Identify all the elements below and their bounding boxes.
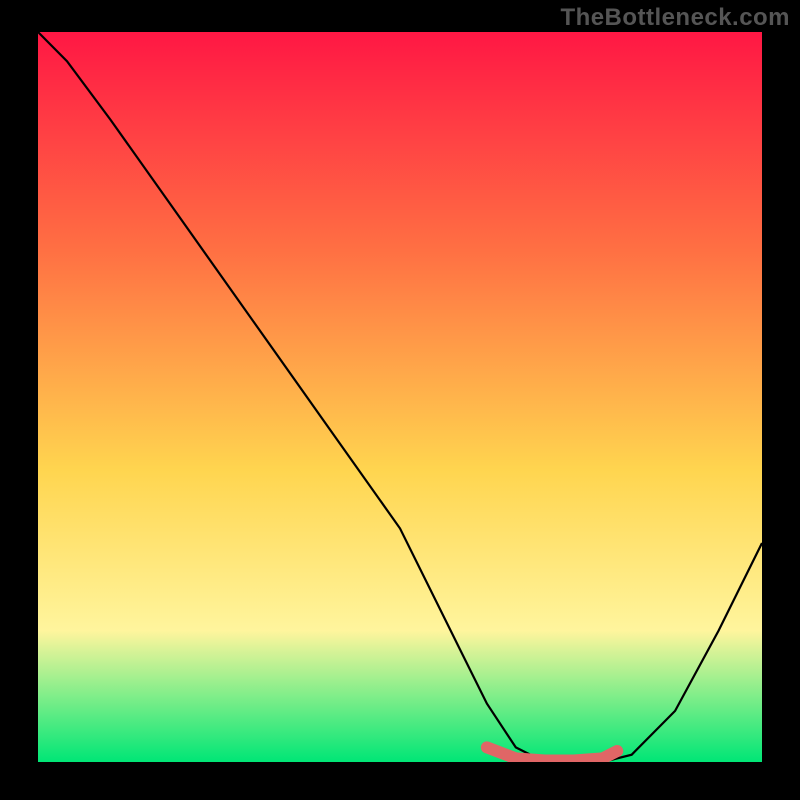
chart-svg: [38, 32, 762, 762]
watermark-text: TheBottleneck.com: [560, 4, 790, 32]
gradient-background: [38, 32, 762, 762]
plot-area: [38, 32, 762, 762]
chart-container: TheBottleneck.com: [0, 0, 800, 800]
